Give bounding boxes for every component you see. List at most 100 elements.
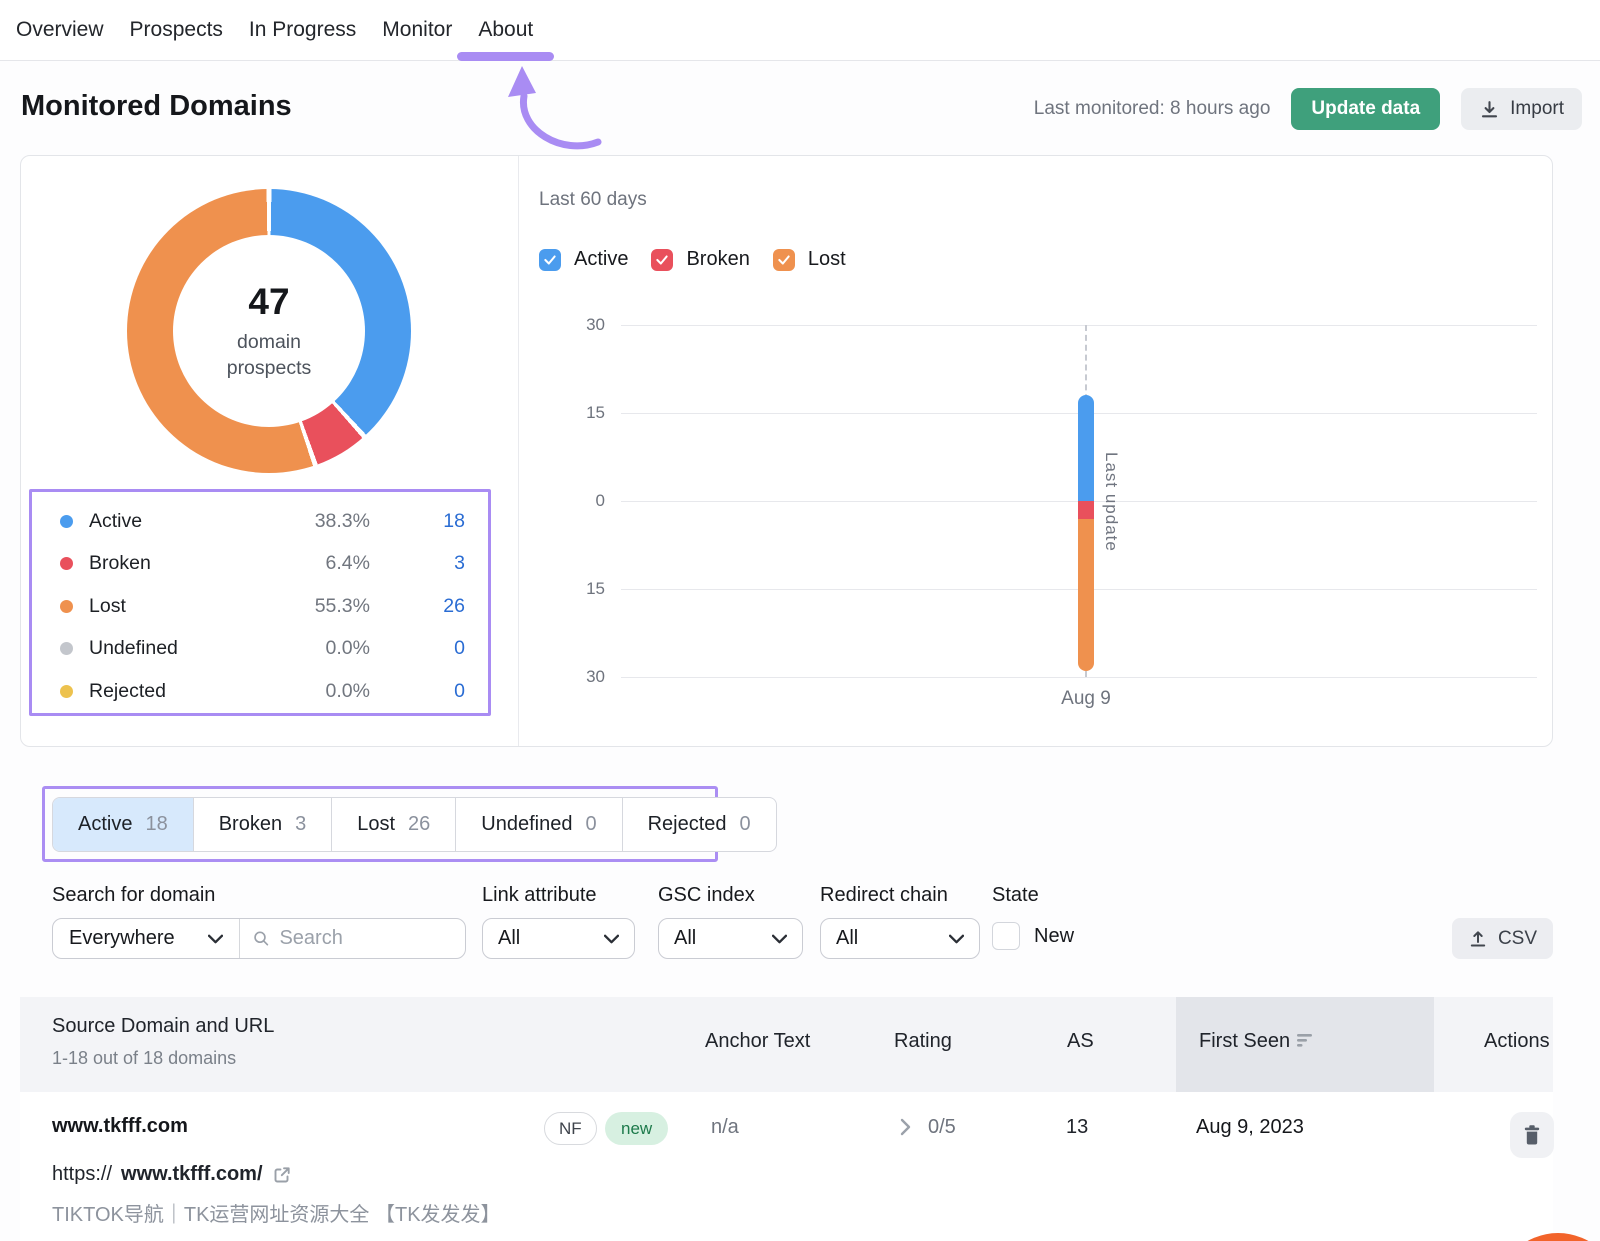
export-csv-button[interactable]: CSV: [1452, 918, 1553, 959]
legend-pct: 6.4%: [280, 552, 370, 575]
y-tick-label: 15: [533, 579, 605, 599]
gsc-index-label: GSC index: [658, 884, 755, 907]
trash-icon: [1522, 1124, 1542, 1146]
tab-active[interactable]: Active 18: [53, 798, 194, 851]
tab-count: 0: [740, 813, 751, 836]
search-input[interactable]: [279, 927, 452, 950]
active-tab-underline: [457, 52, 554, 61]
legend-row-rejected: Rejected 0.0% 0: [60, 670, 465, 713]
legend-label: Undefined: [89, 637, 178, 660]
donut-center: 47 domain prospects: [173, 235, 365, 427]
checkbox-label: Broken: [686, 248, 749, 271]
legend-pct: 0.0%: [280, 637, 370, 660]
external-link-icon: [272, 1165, 292, 1185]
gridline: [621, 677, 1537, 678]
checkbox-checked-icon: [651, 249, 673, 271]
col-actions: Actions: [1484, 1030, 1550, 1053]
link-attribute-select[interactable]: All: [482, 918, 635, 959]
tab-count: 18: [145, 813, 167, 836]
sort-descending-icon: [1297, 1033, 1315, 1048]
nav-item-in-progress[interactable]: In Progress: [249, 18, 356, 42]
tab-rejected[interactable]: Rejected 0: [623, 798, 776, 851]
link-attribute-value: All: [498, 927, 604, 950]
bar-active: [1078, 395, 1094, 501]
gridline: [621, 325, 1537, 326]
y-tick-label: 15: [533, 403, 605, 423]
legend-pct: 0.0%: [280, 680, 370, 703]
tab-label: Rejected: [648, 813, 727, 836]
row-anchor-text: n/a: [711, 1116, 739, 1139]
col-first-seen[interactable]: First Seen: [1199, 1030, 1290, 1053]
bar-lost: [1078, 519, 1094, 672]
download-icon: [1479, 99, 1500, 120]
lost-dot-icon: [60, 600, 73, 613]
row-rating: 0/5: [928, 1116, 956, 1139]
trend-series-toggles: Active Broken Lost: [539, 248, 846, 271]
update-data-button[interactable]: Update data: [1291, 88, 1440, 130]
nav-item-about[interactable]: About: [478, 18, 533, 42]
redirect-chain-select[interactable]: All: [820, 918, 980, 959]
donut-total: 47: [248, 281, 289, 323]
chevron-down-icon: [772, 934, 787, 944]
import-button[interactable]: Import: [1461, 88, 1582, 130]
search-scope-value: Everywhere: [69, 927, 196, 950]
last-monitored-text: Last monitored: 8 hours ago: [1034, 98, 1271, 120]
export-icon: [1468, 929, 1488, 949]
delete-row-button[interactable]: [1510, 1112, 1554, 1158]
annotation-arrow: [498, 64, 608, 154]
tab-count: 3: [295, 813, 306, 836]
legend-count-link[interactable]: 0: [395, 680, 465, 703]
redirect-chain-value: All: [836, 927, 949, 950]
tab-undefined[interactable]: Undefined 0: [456, 798, 622, 851]
lost-series-checkbox[interactable]: Lost: [773, 248, 846, 271]
legend-pct: 38.3%: [280, 510, 370, 533]
undefined-dot-icon: [60, 642, 73, 655]
domain-search-control: Everywhere: [52, 918, 466, 959]
url-domain: www.tkfff.com/: [121, 1163, 262, 1186]
y-tick-label: 30: [533, 315, 605, 335]
row-domain-link[interactable]: www.tkfff.com: [52, 1115, 188, 1138]
active-series-checkbox[interactable]: Active: [539, 248, 628, 271]
legend-count-link[interactable]: 0: [395, 637, 465, 660]
broken-series-checkbox[interactable]: Broken: [651, 248, 749, 271]
checkbox-label: Lost: [808, 248, 846, 271]
tab-broken[interactable]: Broken 3: [194, 798, 333, 851]
nav-item-monitor[interactable]: Monitor: [382, 18, 452, 42]
state-new-checkbox[interactable]: [992, 922, 1020, 950]
legend-count-link[interactable]: 3: [395, 552, 465, 575]
overview-card: 47 domain prospects Active 38.3% 18 Brok…: [20, 155, 1553, 747]
legend-pct: 55.3%: [280, 595, 370, 618]
legend-count-link[interactable]: 18: [395, 510, 465, 533]
search-icon: [253, 929, 269, 948]
checkbox-label: Active: [574, 248, 628, 271]
legend-row-active: Active 38.3% 18: [60, 500, 465, 543]
legend-count-link[interactable]: 26: [395, 595, 465, 618]
nofollow-badge: NF: [544, 1112, 597, 1145]
gsc-index-value: All: [674, 927, 772, 950]
legend-row-undefined: Undefined 0.0% 0: [60, 628, 465, 671]
y-tick-label: 0: [533, 491, 605, 511]
state-label: State: [992, 884, 1039, 907]
row-count-note: 1-18 out of 18 domains: [52, 1048, 236, 1069]
legend-row-lost: Lost 55.3% 26: [60, 585, 465, 628]
redirect-chain-label: Redirect chain: [820, 884, 948, 907]
nav-item-overview[interactable]: Overview: [16, 18, 104, 42]
active-dot-icon: [60, 515, 73, 528]
tab-label: Lost: [357, 813, 395, 836]
donut-legend: Active 38.3% 18 Broken 6.4% 3 Lost 55.3%…: [29, 489, 491, 716]
x-axis-label: Aug 9: [1036, 688, 1136, 710]
search-scope-dropdown[interactable]: Everywhere: [53, 919, 239, 958]
row-source-url-link[interactable]: https://www.tkfff.com/: [52, 1163, 292, 1186]
rejected-dot-icon: [60, 685, 73, 698]
nav-item-prospects[interactable]: Prospects: [130, 18, 223, 42]
link-attribute-label: Link attribute: [482, 884, 597, 907]
legend-label: Lost: [89, 595, 126, 618]
donut-chart: 47 domain prospects: [127, 189, 411, 473]
checkbox-checked-icon: [539, 249, 561, 271]
page-title: Monitored Domains: [21, 90, 292, 123]
donut-total-label: domain prospects: [194, 329, 344, 382]
tab-lost[interactable]: Lost 26: [332, 798, 456, 851]
chevron-right-icon[interactable]: [900, 1118, 911, 1136]
gsc-index-select[interactable]: All: [658, 918, 803, 959]
row-page-title: TIKTOK导航｜TK运营网址资源大全 【TK发发发】: [52, 1198, 501, 1227]
